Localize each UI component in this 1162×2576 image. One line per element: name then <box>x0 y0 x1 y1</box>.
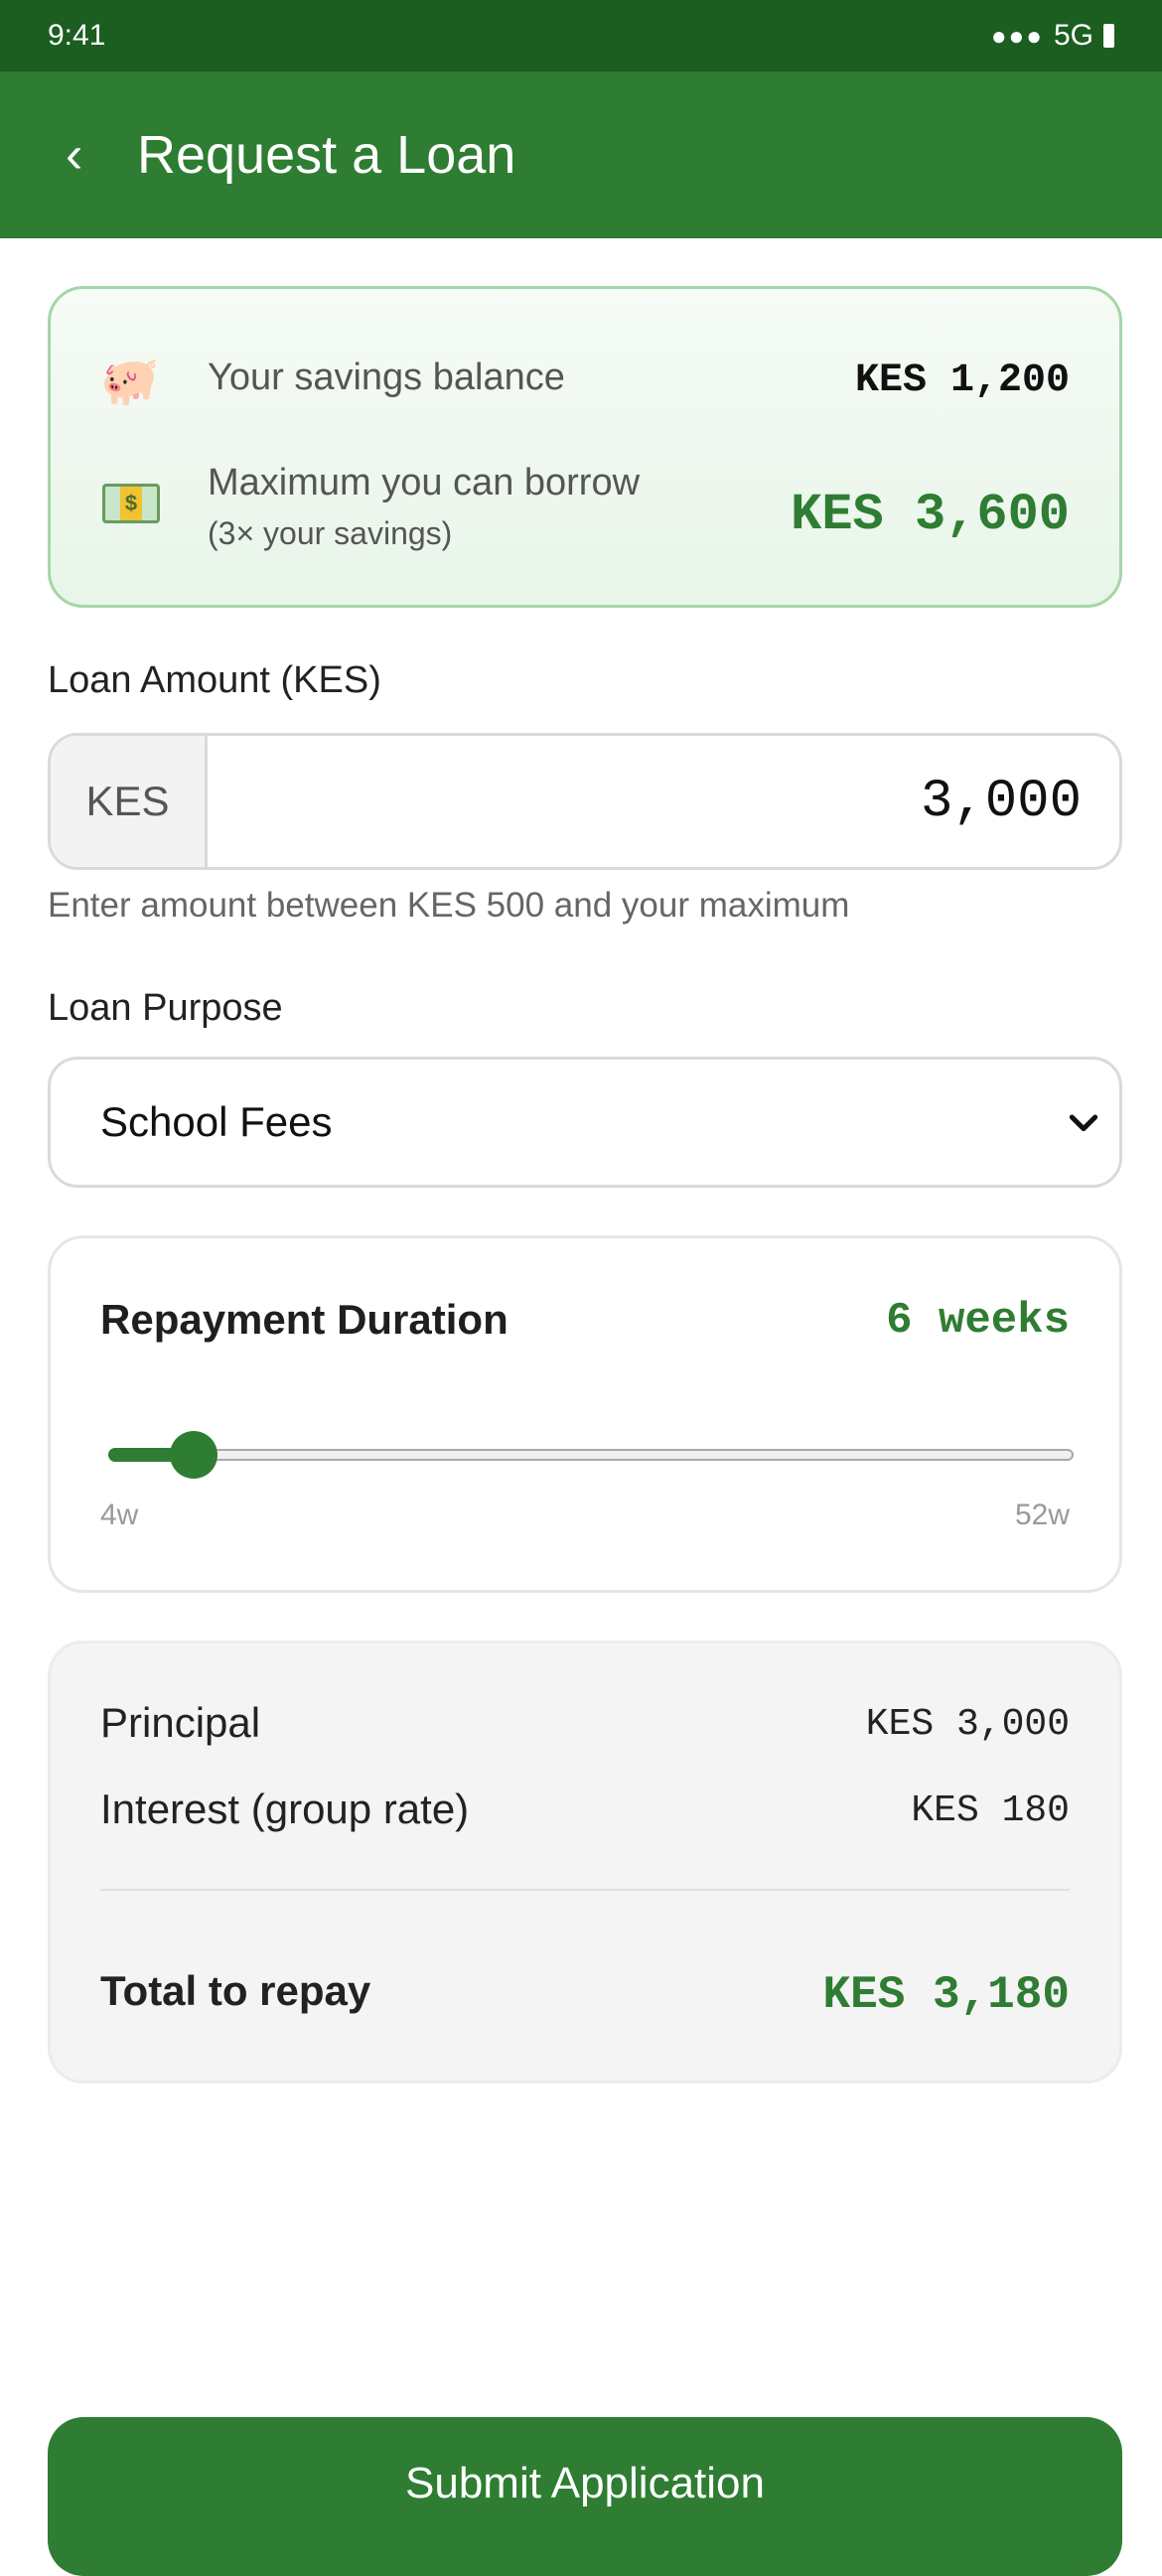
principal-label: Principal <box>100 1699 261 1746</box>
status-bar: 9:41 ●●● 5G <box>0 0 1162 72</box>
savings-summary-card: 🐖 Your savings balance KES 1,200 $ Maxim… <box>48 286 1122 608</box>
network-label: 5G <box>1053 19 1093 52</box>
battery-icon <box>1103 24 1114 48</box>
page-title: Request a Loan <box>137 125 516 185</box>
total-label: Total to repay <box>100 1967 371 2014</box>
total-value: KES 3,180 <box>822 1969 1070 2021</box>
max-borrow-sublabel: (3× your savings) <box>208 515 453 551</box>
app-bar: ‹ Request a Loan <box>0 72 1162 238</box>
chevron-down-icon <box>1069 1114 1098 1132</box>
duration-slider-track[interactable] <box>110 1449 1074 1461</box>
loan-amount-input[interactable] <box>208 736 1119 867</box>
duration-title: Repayment Duration <box>100 1296 508 1343</box>
submit-application-button[interactable]: Submit Application <box>48 2417 1122 2576</box>
max-borrow-label: Maximum you can borrow <box>208 462 641 503</box>
status-time: 9:41 <box>48 19 106 52</box>
loan-amount-label: Loan Amount (KES) <box>48 659 381 701</box>
status-indicators: ●●● 5G <box>991 19 1114 53</box>
savings-balance-label: Your savings balance <box>208 357 565 398</box>
loan-summary-card: Principal KES 3,000 Interest (group rate… <box>48 1641 1122 2083</box>
interest-value: KES 180 <box>911 1789 1070 1832</box>
duration-max-label: 52w <box>1014 1499 1070 1531</box>
summary-divider <box>100 1889 1070 1891</box>
back-button[interactable]: ‹ <box>66 129 137 181</box>
currency-prefix: KES <box>51 736 208 867</box>
loan-amount-field: KES <box>48 733 1122 870</box>
repayment-duration-card: Repayment Duration 6 weeks 4w 52w <box>48 1235 1122 1593</box>
savings-balance-value: KES 1,200 <box>854 358 1070 403</box>
duration-slider-thumb[interactable] <box>170 1431 218 1479</box>
principal-value: KES 3,000 <box>865 1703 1070 1746</box>
loan-purpose-label: Loan Purpose <box>48 987 283 1029</box>
savings-balance-row: 🐖 Your savings balance KES 1,200 <box>51 289 1119 412</box>
submit-button-label: Submit Application <box>405 2459 765 2507</box>
money-icon: $ <box>102 484 160 523</box>
signal-icon: ●●● <box>990 20 1044 51</box>
loan-purpose-selected: School Fees <box>100 1098 333 1145</box>
duration-value: 6 weeks <box>886 1296 1070 1346</box>
dollar-sign-icon: $ <box>120 487 142 520</box>
loan-amount-hint: Enter amount between KES 500 and your ma… <box>48 886 850 925</box>
loan-purpose-select[interactable]: School Fees <box>48 1057 1122 1188</box>
interest-label: Interest (group rate) <box>100 1786 470 1832</box>
max-borrow-value: KES 3,600 <box>791 486 1070 544</box>
duration-min-label: 4w <box>100 1499 139 1531</box>
pig-icon: 🐖 <box>100 356 160 408</box>
